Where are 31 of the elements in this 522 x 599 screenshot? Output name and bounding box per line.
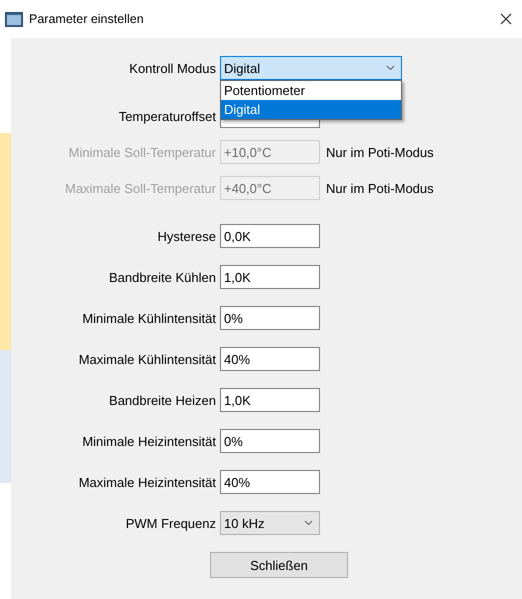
input-field[interactable]: 0%: [220, 306, 320, 330]
field-label: Maximale Heizintensität: [78, 474, 217, 490]
hint-text: Nur im Poti-Modus: [326, 144, 434, 160]
chevron-down-icon: [304, 520, 313, 526]
field-label: Hysterese: [156, 228, 217, 244]
input-field[interactable]: 0%: [220, 429, 320, 453]
close-button[interactable]: Schließen: [210, 552, 348, 578]
field-label: Maximale Kühlintensität: [78, 352, 217, 366]
close-button[interactable]: [498, 11, 514, 27]
field-label: Minimale Kühlintensität: [81, 310, 217, 326]
input-field[interactable]: 1,0K: [220, 265, 320, 289]
dropdown[interactable]: 10 kHz: [220, 511, 320, 535]
field-label: Bandbreite Kühlen: [108, 270, 217, 284]
field-label: Minimale Soll-Temperatur: [68, 144, 217, 160]
field-label: Bandbreite Heizen: [108, 392, 217, 408]
field-label: Kontroll Modus: [128, 60, 217, 76]
input-field[interactable]: 1,0K: [220, 388, 320, 412]
field-label: PWM Frequenz: [124, 516, 217, 530]
dropdown[interactable]: Digital: [220, 56, 402, 80]
window-title: Parameter einstellen: [29, 12, 145, 26]
input-field[interactable]: 40%: [220, 470, 320, 494]
dropdown-option[interactable]: Potentiometer: [221, 81, 401, 100]
hint-text: Nur im Poti-Modus: [326, 180, 434, 196]
field-label: Minimale Heizintensität: [81, 434, 217, 448]
window-icon: [5, 12, 23, 26]
chevron-down-icon: [386, 65, 395, 71]
field-label: Temperaturoffset: [118, 108, 217, 124]
input-field[interactable]: 0,0K: [220, 224, 320, 248]
input-field[interactable]: 40%: [220, 347, 320, 371]
dropdown-option[interactable]: Digital: [221, 100, 401, 119]
field-label: Maximale Soll-Temperatur: [64, 180, 217, 196]
